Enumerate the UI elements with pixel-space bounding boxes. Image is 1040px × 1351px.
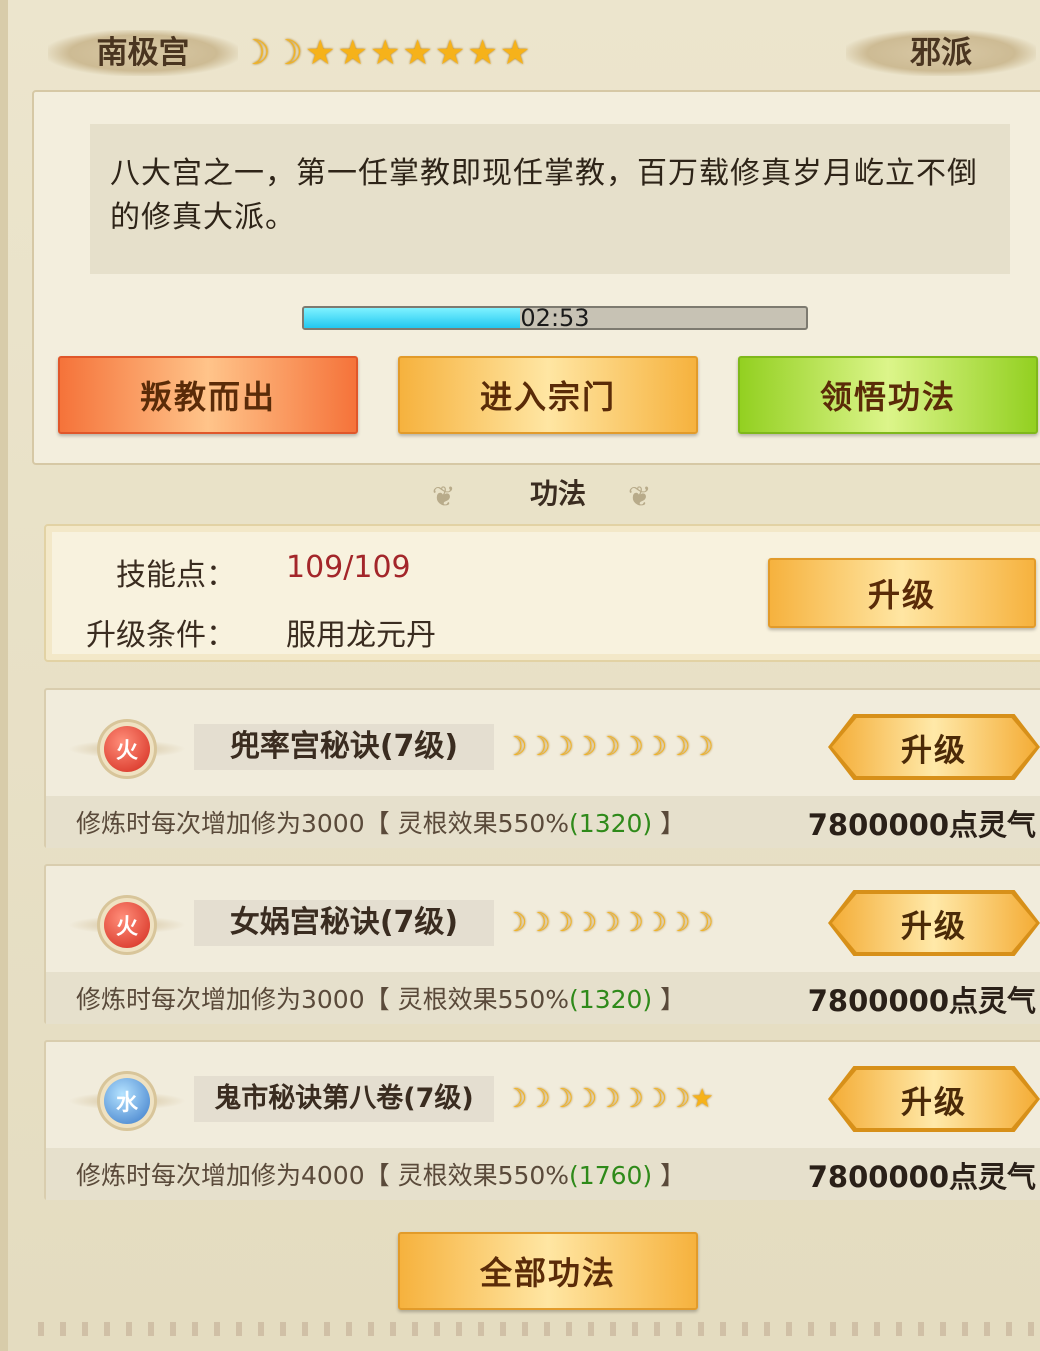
moon-icon: ☽ [597,1084,621,1114]
moon-icon: ☽ [667,1084,691,1114]
betray-sect-button[interactable]: 叛教而出 [58,356,358,434]
all-skills-button[interactable]: 全部功法 [398,1232,698,1310]
skill-rank: ☽ ☽ ☽ ☽ ☽ ☽ ☽ ☽ ★ [504,1080,714,1118]
sect-header: 南极宫 ☽ ☽ ★ ★ ★ ★ ★ ★ ★ 邪派 [8,20,1040,90]
water-element-icon: 水 [104,1078,150,1124]
timer-progress-bar: 02:53 [302,306,808,330]
moon-icon: ☽ [690,732,714,762]
timer-text: 02:53 [520,306,590,330]
sect-detail-page: 南极宫 ☽ ☽ ★ ★ ★ ★ ★ ★ ★ 邪派 八大宫之一，第一任掌教即现任掌教，百万载修真岁… [0,0,1040,1351]
skill-cost: 7800000点灵气 [807,1160,1036,1194]
sect-intro-panel: 八大宫之一，第一任掌教即现任掌教，百万载修真岁月屹立不倒的修真大派。 02:53… [32,90,1040,465]
skill-desc-text: 修炼时每次增加修为3000【 灵根效果550% [76,809,570,838]
skill-desc-bonus: (1320) [569,985,653,1014]
moon-icon: ☽ [504,1084,528,1114]
moon-icon: ☽ [527,1084,551,1114]
skill-desc-suffix: 】 [652,1161,686,1190]
moon-icon: ☽ [573,732,598,762]
skill-upgrade-button[interactable]: 升级 [832,718,1036,776]
moon-icon: ☽ [643,732,668,762]
comprehend-skill-button[interactable]: 领悟功法 [738,356,1038,434]
skill-desc-suffix: 】 [652,985,686,1014]
enter-sect-button[interactable]: 进入宗门 [398,356,698,434]
moon-icon: ☽ [550,1084,574,1114]
skill-upgrade-button[interactable]: 升级 [832,1070,1036,1128]
moon-icon: ☽ [240,33,271,73]
moon-icon: ☽ [643,1084,668,1114]
star-icon: ★ [369,33,401,73]
skill-row: 火 女娲宫秘诀(7级) ☽ ☽ ☽ ☽ ☽ ☽ ☽ ☽ ☽ 升级 修炼时每次增加修为3000【 … [44,864,1040,1024]
skill-desc-bonus: (1760) [569,1161,653,1190]
star-icon: ★ [434,33,466,73]
moon-icon: ☽ [667,908,691,938]
star-icon: ★ [467,33,498,73]
skill-row: 水 鬼市秘诀第八卷(7级) ☽ ☽ ☽ ☽ ☽ ☽ ☽ ☽ ★ 升级 修炼时每次增加修为4000… [44,1040,1040,1200]
star-icon: ★ [304,33,336,73]
skill-upgrade-button[interactable]: 升级 [832,894,1036,952]
skill-description: 修炼时每次增加修为4000【 灵根效果550%(1760) 】 [76,1156,685,1192]
skill-rank: ☽ ☽ ☽ ☽ ☽ ☽ ☽ ☽ ☽ [504,904,714,942]
fire-element-icon: 火 [104,726,150,772]
moon-icon: ☽ [504,732,528,762]
moon-icon: ☽ [550,908,574,938]
moon-icon: ☽ [527,908,551,938]
moon-icon: ☽ [504,908,528,938]
upgrade-condition-value: 服用龙元丹 [286,618,436,653]
skill-rank: ☽ ☽ ☽ ☽ ☽ ☽ ☽ ☽ ☽ [504,728,714,766]
skill-points-value: 109/109 [286,550,411,585]
moon-icon: ☽ [620,908,644,938]
moon-icon: ☽ [620,1084,644,1114]
skill-cost: 7800000点灵气 [807,808,1036,842]
star-icon: ★ [337,33,368,73]
skill-name: 鬼市秘诀第八卷(7级) [194,1076,494,1122]
moon-icon: ☽ [573,908,598,938]
sect-alignment: 邪派 [846,30,1036,76]
moon-icon: ☽ [690,908,714,938]
star-icon: ★ [402,33,433,73]
skill-points-panel: 技能点： 109/109 升级条件： 服用龙元丹 升级 [44,524,1040,662]
star-icon: ★ [690,1084,714,1114]
skill-name: 兜率宫秘诀(7级) [194,724,494,770]
skill-desc-suffix: 】 [652,809,686,838]
moon-icon: ☽ [667,732,691,762]
sect-description: 八大宫之一，第一任掌教即现任掌教，百万载修真岁月屹立不倒的修真大派。 [90,124,1010,274]
skill-description: 修炼时每次增加修为3000【 灵根效果550%(1320) 】 [76,980,685,1016]
moon-icon: ☽ [527,732,551,762]
moon-icon: ☽ [573,1084,598,1114]
skill-cost: 7800000点灵气 [807,984,1036,1018]
moon-icon: ☽ [272,33,303,73]
moon-icon: ☽ [597,732,621,762]
skill-name: 女娲宫秘诀(7级) [194,900,494,946]
moon-icon: ☽ [643,908,668,938]
moon-icon: ☽ [597,908,621,938]
skill-description: 修炼时每次增加修为3000【 灵根效果550%(1320) 】 [76,804,685,840]
moon-icon: ☽ [550,732,574,762]
sect-name: 南极宫 [48,30,238,76]
moon-icon: ☽ [620,732,644,762]
section-title: 功法 [529,477,586,510]
skill-desc-text: 修炼时每次增加修为3000【 灵根效果550% [76,985,570,1014]
sect-rank: ☽ ☽ ★ ★ ★ ★ ★ ★ ★ [240,30,530,76]
swirl-right-icon: ❦ [628,480,652,513]
skill-desc-bonus: (1320) [569,809,653,838]
skill-row: 火 兜率宫秘诀(7级) ☽ ☽ ☽ ☽ ☽ ☽ ☽ ☽ ☽ 升级 修炼时每次增加修为3000【 … [44,688,1040,848]
skill-desc-text: 修炼时每次增加修为4000【 灵根效果550% [76,1161,570,1190]
upgrade-condition-label: 升级条件： [86,618,236,653]
skill-points-upgrade-button[interactable]: 升级 [768,558,1036,628]
skill-points-label: 技能点： [116,558,236,593]
star-icon: ★ [499,33,531,73]
bottom-border-ornament [38,1322,1038,1336]
fire-element-icon: 火 [104,902,150,948]
